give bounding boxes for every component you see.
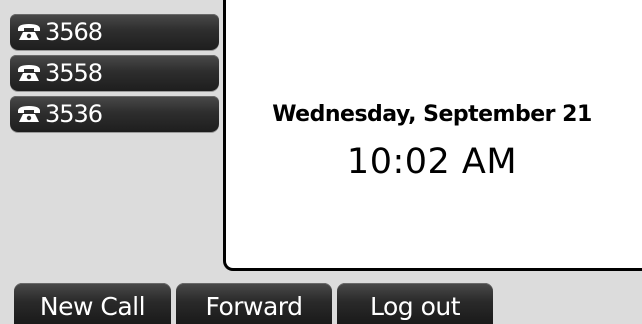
phone-handset-icon	[17, 64, 41, 82]
time-display: 10:02 AM	[346, 142, 518, 182]
line-key-label: 3536	[45, 100, 103, 128]
date-display: Wednesday, September 21	[272, 102, 592, 127]
line-key-label: 3568	[45, 18, 103, 46]
line-key-label: 3558	[45, 59, 103, 87]
log-out-softkey[interactable]: Log out	[337, 283, 493, 324]
line-key-3558[interactable]: 3558	[10, 55, 219, 91]
line-key-3568[interactable]: 3568	[10, 14, 219, 50]
phone-handset-icon	[17, 105, 41, 123]
line-key-3536[interactable]: 3536	[10, 96, 219, 132]
forward-softkey[interactable]: Forward	[176, 283, 332, 324]
phone-handset-icon	[17, 23, 41, 41]
idle-display-panel: Wednesday, September 21 10:02 AM	[223, 0, 642, 271]
new-call-softkey[interactable]: New Call	[14, 283, 171, 324]
